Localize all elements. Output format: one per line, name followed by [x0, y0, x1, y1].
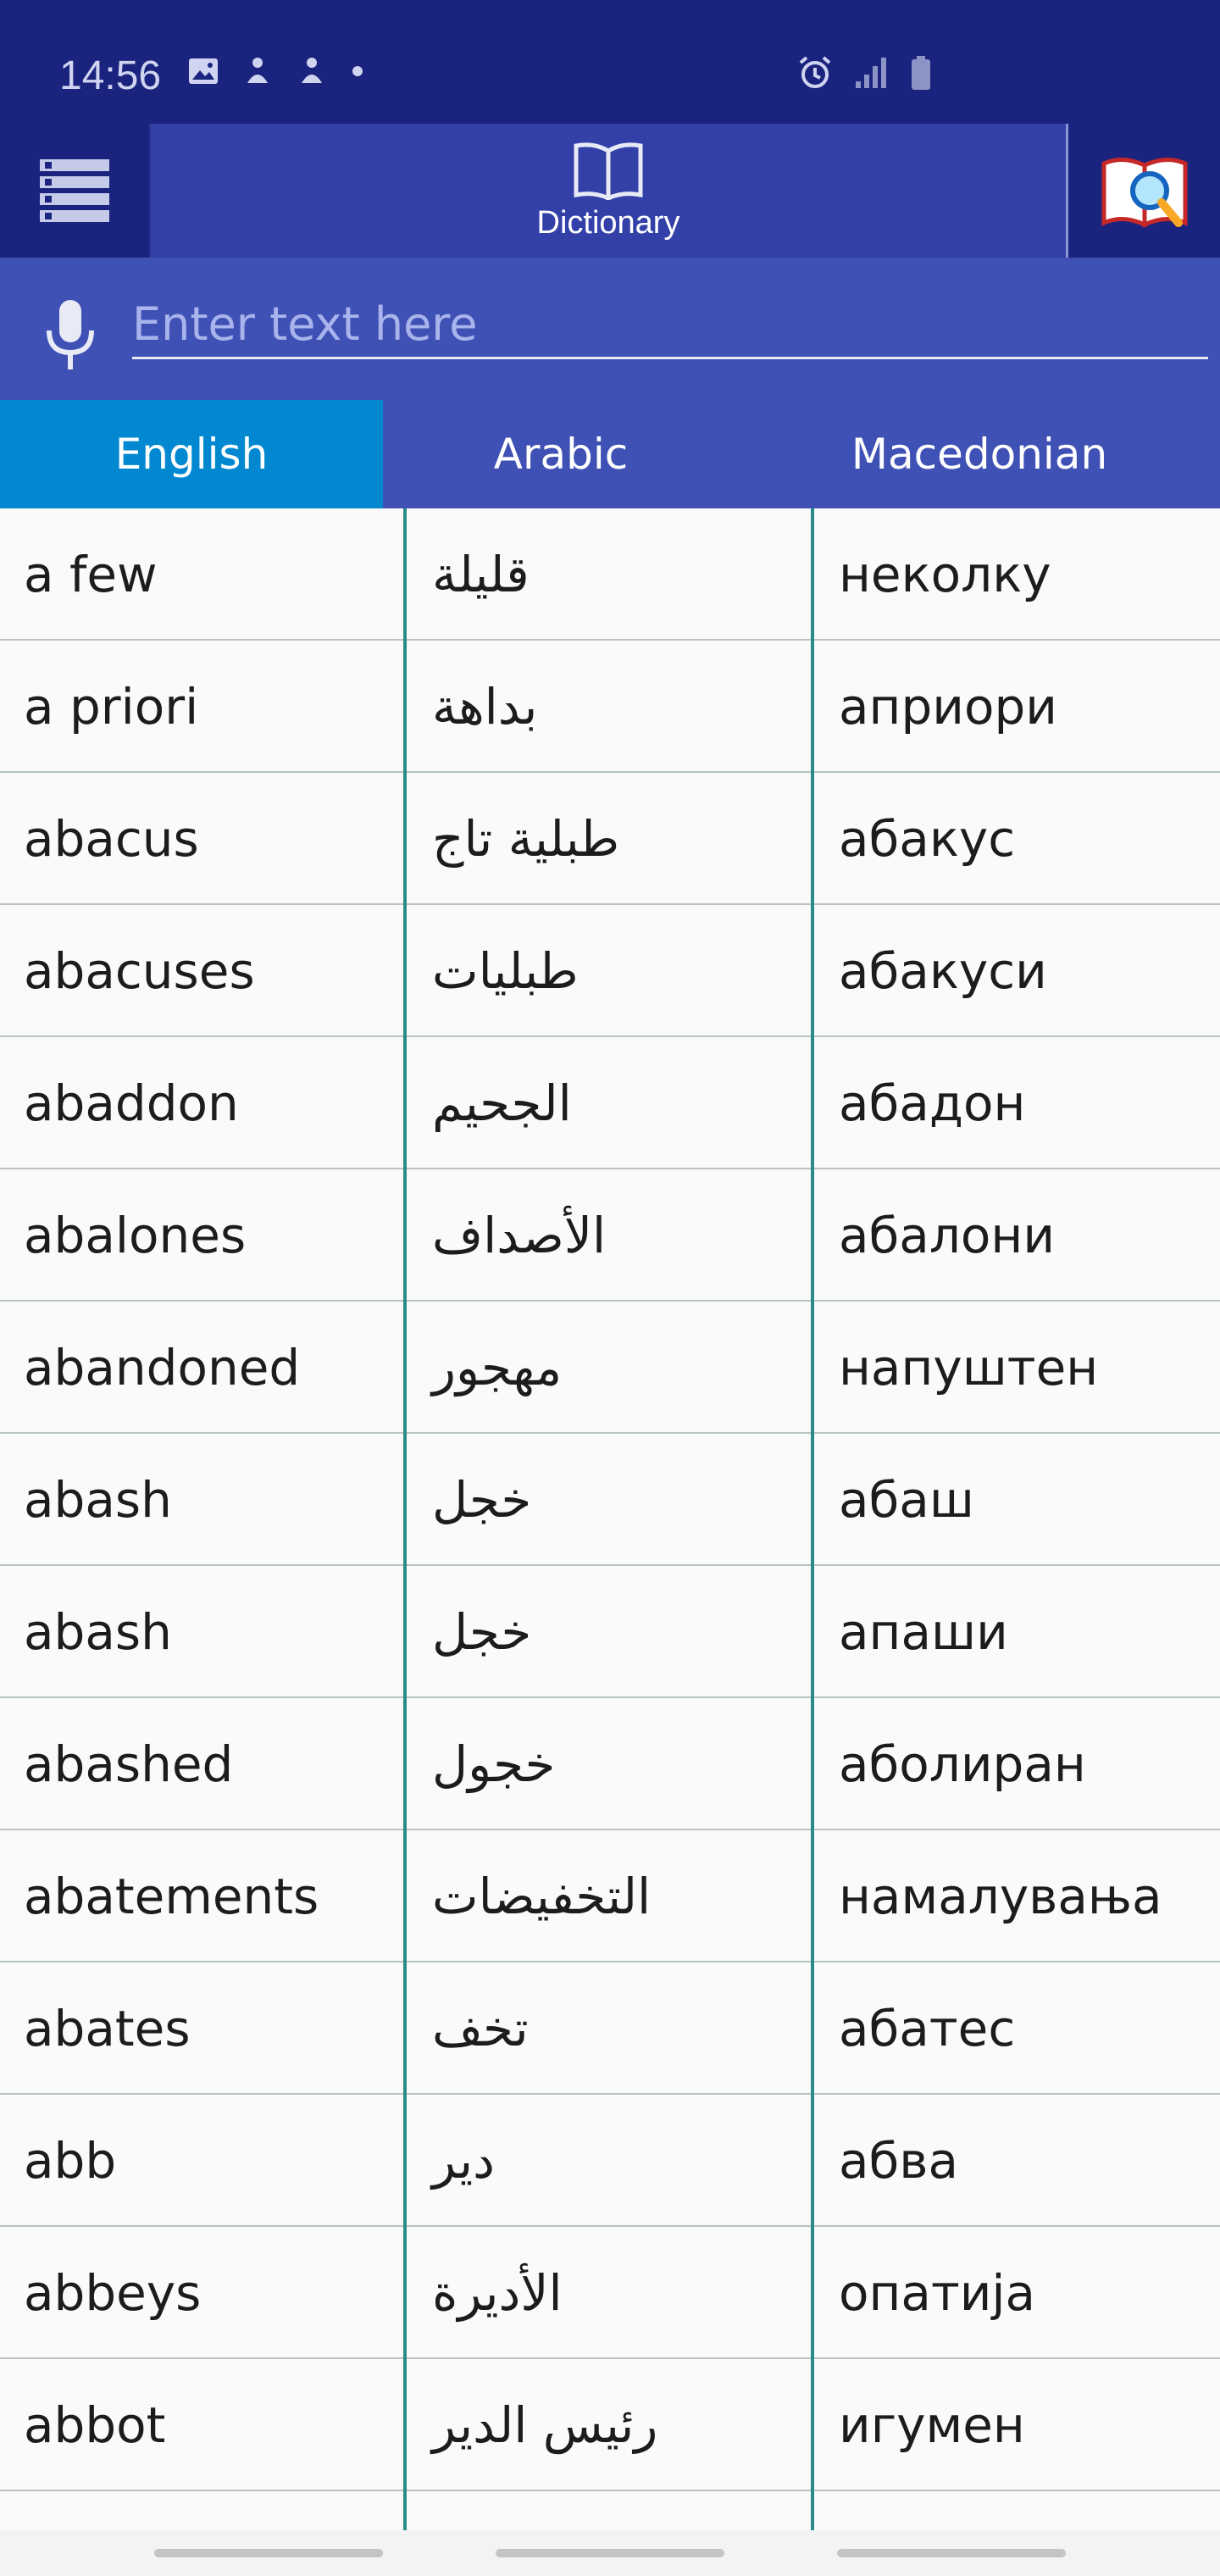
macedonian-word: абадон: [839, 1074, 1026, 1132]
table-row[interactable]: abatements التخفيضات намалувања: [0, 1830, 1220, 1963]
english-word: abbot: [24, 2396, 166, 2454]
english-word: abatements: [24, 1868, 319, 1925]
english-word: abandoned: [24, 1339, 301, 1396]
app-icon: [302, 58, 322, 83]
english-word: a priori: [24, 678, 199, 736]
menu-button[interactable]: [0, 124, 149, 258]
status-icons-right: [796, 54, 934, 92]
arabic-word: بداهة: [432, 678, 538, 736]
column-divider: [811, 508, 814, 2530]
english-word: abb: [24, 2132, 117, 2190]
arabic-word: الجحيم: [432, 1074, 572, 1132]
tab-dictionary[interactable]: Dictionary: [149, 124, 1066, 258]
dictionary-search-icon: [1101, 158, 1187, 228]
arabic-word: طبلية تاج: [432, 810, 620, 868]
arabic-word: تخف: [432, 2000, 529, 2057]
macedonian-word: напуштен: [839, 1339, 1099, 1396]
language-tabs: English Arabic Macedonian: [0, 400, 1220, 508]
tab-english[interactable]: English: [0, 400, 383, 508]
tab-arabic[interactable]: Arabic: [383, 400, 739, 508]
english-word: abates: [24, 2000, 191, 2057]
column-divider: [403, 508, 407, 2530]
table-row[interactable]: abandoned مهجور напуштен: [0, 1302, 1220, 1434]
book-icon: [574, 142, 643, 200]
english-word: abbeys: [24, 2264, 202, 2322]
search-input[interactable]: [132, 291, 1208, 359]
macedonian-word: абатес: [839, 2000, 1016, 2057]
status-icons-left: [186, 54, 366, 88]
macedonian-word: априори: [839, 678, 1057, 736]
english-word: abacuses: [24, 942, 255, 1000]
table-row[interactable]: a priori بداهة априори: [0, 641, 1220, 773]
arabic-word: مهجور: [432, 1339, 563, 1396]
signal-icon: [856, 58, 886, 88]
table-row[interactable]: abbot رئيس الدير игумен: [0, 2359, 1220, 2491]
macedonian-word: опатија: [839, 2264, 1036, 2322]
app-icon: [247, 58, 268, 83]
alarm-icon: [799, 56, 831, 88]
macedonian-word: намалувања: [839, 1868, 1162, 1925]
english-word: a few: [24, 546, 158, 603]
search-bar: [0, 258, 1220, 400]
table-row[interactable]: abates تخف абатес: [0, 1963, 1220, 2095]
status-bar: 14:56: [0, 0, 1220, 124]
english-word: abash: [24, 1471, 172, 1529]
table-row[interactable]: abash خجل апаши: [0, 1566, 1220, 1698]
battery-icon: [912, 56, 930, 90]
menu-icon: [40, 159, 109, 222]
arabic-word: التخفيضات: [432, 1868, 652, 1925]
macedonian-word: неколку: [839, 546, 1051, 603]
macedonian-word: абаш: [839, 1471, 974, 1529]
arabic-word: طبليات: [432, 942, 579, 1000]
macedonian-word: абакуси: [839, 942, 1047, 1000]
tab-macedonian[interactable]: Macedonian: [739, 400, 1220, 508]
arabic-word: خجول: [432, 1735, 556, 1793]
table-row[interactable]: abaddon الجحيم абадон: [0, 1037, 1220, 1169]
status-time: 14:56: [59, 53, 162, 98]
english-word: abalones: [24, 1207, 247, 1264]
nav-handle[interactable]: [496, 2549, 724, 2557]
macedonian-word: аболиран: [839, 1735, 1086, 1793]
word-table: a few قليلة неколку a priori بداهة априо…: [0, 508, 1220, 2530]
nav-handle[interactable]: [837, 2549, 1066, 2557]
macedonian-word: абва: [839, 2132, 959, 2190]
arabic-word: الأصداف: [432, 1207, 607, 1264]
microphone-icon[interactable]: [41, 298, 100, 371]
dot-icon: [352, 66, 363, 76]
table-row[interactable]: abashed خجول аболиран: [0, 1698, 1220, 1830]
nav-handle[interactable]: [154, 2549, 383, 2557]
arabic-word: قليلة: [432, 546, 530, 603]
dictionary-label: Dictionary: [536, 204, 680, 241]
arabic-word: رئيس الدير: [432, 2396, 658, 2454]
table-row[interactable]: abacus طبلية تاج абакус: [0, 773, 1220, 905]
macedonian-word: абакус: [839, 810, 1016, 868]
table-row[interactable]: abacuses طبليات абакуси: [0, 905, 1220, 1037]
system-navigation-bar: [0, 2530, 1220, 2576]
english-word: abashed: [24, 1735, 234, 1793]
table-row[interactable]: abb دير абва: [0, 2095, 1220, 2227]
dictionary-search-button[interactable]: [1066, 124, 1220, 258]
arabic-word: خجل: [432, 1471, 532, 1529]
arabic-word: الأديرة: [432, 2264, 563, 2322]
table-row[interactable]: abash خجل абаш: [0, 1434, 1220, 1566]
image-icon: [189, 58, 218, 84]
table-row[interactable]: abbeys الأديرة опатија: [0, 2227, 1220, 2359]
macedonian-word: абалони: [839, 1207, 1056, 1264]
table-row[interactable]: a few قليلة неколку: [0, 508, 1220, 641]
english-word: abacus: [24, 810, 199, 868]
english-word: abaddon: [24, 1074, 239, 1132]
toolbar: Dictionary: [0, 124, 1220, 258]
macedonian-word: апаши: [839, 1603, 1008, 1661]
arabic-word: خجل: [432, 1603, 532, 1661]
arabic-word: دير: [432, 2132, 495, 2190]
table-row[interactable]: abalones الأصداف абалони: [0, 1169, 1220, 1302]
english-word: abash: [24, 1603, 172, 1661]
macedonian-word: игумен: [839, 2396, 1025, 2454]
